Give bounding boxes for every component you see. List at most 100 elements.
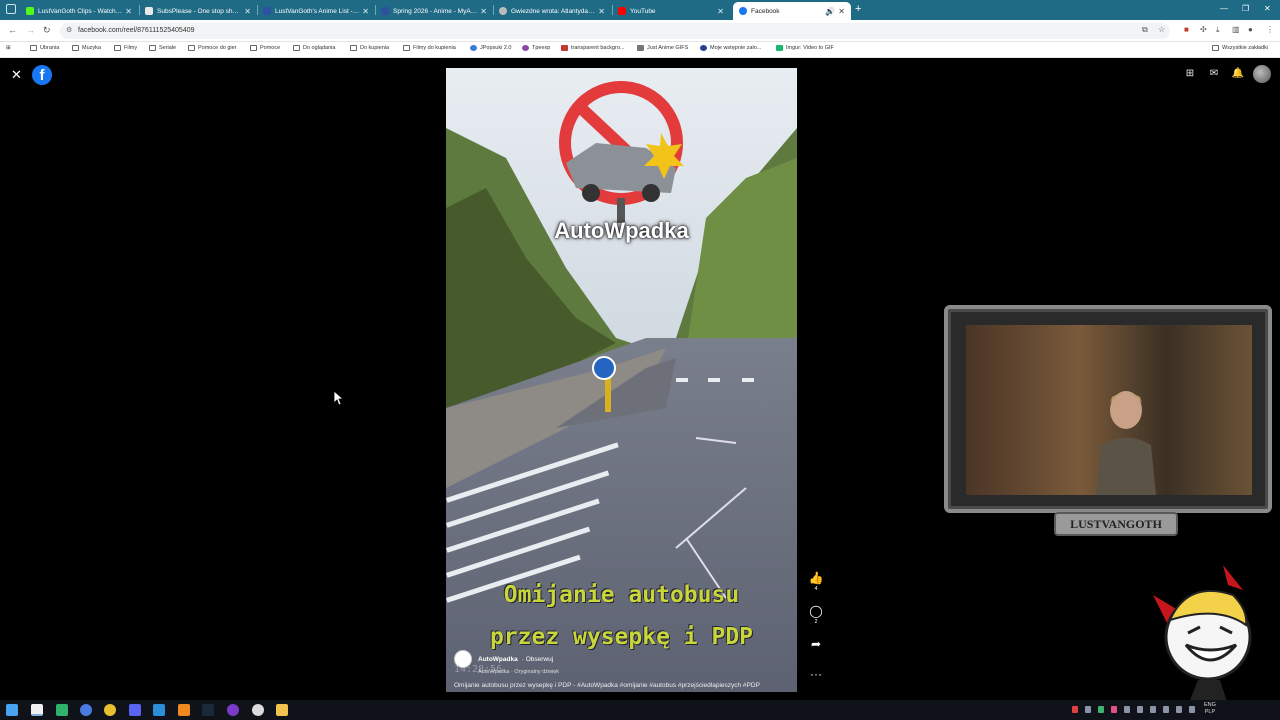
folder-icon <box>188 45 195 51</box>
file-explorer-icon[interactable] <box>276 704 288 716</box>
site-info-icon[interactable]: ⚙ <box>66 23 72 39</box>
reel-video[interactable]: AutoWpadka Omijanie autobusu przez wysep… <box>446 68 797 692</box>
comment-button[interactable]: ◯ 2 <box>806 604 826 625</box>
app-purple-icon[interactable] <box>227 704 239 716</box>
folder-icon <box>293 45 300 51</box>
speaker-icon[interactable]: 🔊 <box>825 7 835 16</box>
tray-icon[interactable] <box>1189 706 1195 713</box>
notifications-bell-icon[interactable]: 🔔 <box>1230 66 1246 82</box>
author-name[interactable]: AutoWpadka <box>478 656 518 663</box>
bookmark-link[interactable]: transparent backgro... <box>561 45 625 51</box>
share-button[interactable]: ➦ <box>806 637 826 651</box>
tab-kick-clips[interactable]: LustVanGoth Clips - Watch Live ✕ <box>20 2 138 20</box>
profile-icon[interactable]: ● <box>1248 25 1253 34</box>
download-icon[interactable]: ⤓ <box>1216 25 1220 35</box>
folder-icon <box>30 45 37 51</box>
input-language[interactable]: ENG PLP <box>1204 702 1216 716</box>
bookmark-folder[interactable]: Pomoce <box>250 45 280 51</box>
bookmark-star-icon[interactable]: ☆ <box>1158 25 1165 34</box>
tab-spring-anime[interactable]: Spring 2026 - Anime - MyAnim ✕ <box>375 2 493 20</box>
author-avatar[interactable] <box>454 650 472 668</box>
bookmark-folder[interactable]: Do oglądania <box>293 45 335 51</box>
tray-icon[interactable] <box>1072 706 1078 713</box>
comment-icon: ◯ <box>809 604 823 618</box>
apps-icon[interactable]: ⊞ <box>6 45 11 51</box>
app-blue-icon[interactable] <box>153 704 165 716</box>
folder-icon <box>250 45 257 51</box>
tray-icon[interactable] <box>1085 706 1091 713</box>
messenger-icon[interactable]: ✉ <box>1206 66 1222 82</box>
bookmark-link[interactable]: Moje wstępnie zało... <box>700 45 761 51</box>
account-avatar[interactable] <box>1253 65 1271 83</box>
tab-facebook[interactable]: Facebook 🔊 ✕ <box>733 2 851 20</box>
all-bookmarks[interactable]: Wszystkie zakładki <box>1212 45 1268 51</box>
extension-icon[interactable]: ■ <box>1184 25 1189 34</box>
bookmark-folder[interactable]: Pomoce do gier <box>188 45 237 51</box>
network-icon[interactable] <box>1163 706 1169 713</box>
imgur-favicon-icon <box>776 45 783 51</box>
tray-icon[interactable] <box>1111 706 1117 713</box>
menu-kebab-icon[interactable]: ⋮ <box>1266 25 1274 34</box>
app-icon[interactable] <box>56 704 68 716</box>
volume-icon[interactable] <box>1176 706 1182 713</box>
close-icon[interactable]: ✕ <box>11 67 22 83</box>
extensions-puzzle-icon[interactable]: ✣ <box>1200 25 1207 34</box>
close-tab-icon[interactable]: ✕ <box>362 7 369 16</box>
forward-icon[interactable]: → <box>26 25 35 35</box>
start-icon[interactable] <box>6 704 18 716</box>
bookmark-link[interactable]: JPopsuki 2.0 <box>470 45 512 51</box>
app-a-icon[interactable] <box>104 704 116 716</box>
discord-icon[interactable] <box>129 704 141 716</box>
tab-youtube[interactable]: YouTube ✕ <box>612 2 730 20</box>
reload-icon[interactable]: ↻ <box>43 25 51 36</box>
bookmark-folder[interactable]: Filmy <box>114 45 137 51</box>
reel-description[interactable]: Omijanie autobusu przez wysepkę i PDP - … <box>454 682 760 689</box>
maximize-icon[interactable]: ❐ <box>1242 4 1249 13</box>
tab-subsplease[interactable]: SubsPlease - One stop shop fo ✕ <box>139 2 257 20</box>
audio-label[interactable]: AutoWpadka · Oryginalny dźwięk <box>478 669 559 675</box>
bookmarks-bar: ⊞ Ubrania Muzyka Filmy Seriale Pomoce do… <box>0 42 1280 58</box>
close-tab-icon[interactable]: ✕ <box>598 7 605 16</box>
menu-grid-icon[interactable]: ⊞ <box>1182 66 1198 82</box>
address-bar[interactable]: ⚙ facebook.com/reel/876111525405409 <box>60 23 1170 39</box>
close-tab-icon[interactable]: ✕ <box>717 7 724 16</box>
steam-icon[interactable] <box>202 704 214 716</box>
tab-anime-list[interactable]: LustVanGoth's Anime List - My ✕ <box>257 2 375 20</box>
bookmark-link[interactable]: Just Anime GIFS <box>637 45 688 51</box>
like-button[interactable]: 👍 4 <box>806 571 826 592</box>
chrome-icon[interactable] <box>31 704 43 716</box>
new-tab-icon[interactable]: + <box>855 3 861 15</box>
browser-app-icon[interactable] <box>80 704 92 716</box>
bookmark-link[interactable]: Tpeexp <box>522 45 550 51</box>
tab-stargate[interactable]: Gwiezdne wrota: Atlantyda / St ✕ <box>493 2 611 20</box>
bookmark-folder[interactable]: Do kupienia <box>350 45 389 51</box>
bookmark-folder[interactable]: Filmy do kupienia <box>403 45 456 51</box>
back-icon[interactable]: ← <box>8 25 17 35</box>
bookmark-label: Just Anime GIFS <box>647 45 689 51</box>
install-icon[interactable]: ⧉ <box>1142 25 1148 35</box>
minimize-icon[interactable]: — <box>1220 4 1228 13</box>
side-panel-icon[interactable]: ▥ <box>1232 25 1240 34</box>
close-window-icon[interactable]: ✕ <box>1264 4 1271 13</box>
vlc-icon[interactable] <box>178 704 190 716</box>
tray-icon[interactable] <box>1098 706 1104 713</box>
close-tab-icon[interactable]: ✕ <box>838 7 845 16</box>
bookmark-folder[interactable]: Seriale <box>149 45 176 51</box>
tpeexp-favicon-icon <box>522 45 529 51</box>
share-icon: ➦ <box>810 637 822 651</box>
tab-search-icon[interactable] <box>6 4 16 14</box>
more-options-button[interactable]: ··· <box>806 667 826 681</box>
close-tab-icon[interactable]: ✕ <box>480 7 487 16</box>
bookmark-link[interactable]: Imgur: Video to GIF <box>776 45 834 51</box>
bookmark-folder[interactable]: Muzyka <box>72 45 101 51</box>
tray-icon[interactable] <box>1124 706 1130 713</box>
obs-icon[interactable] <box>252 704 264 716</box>
bookmark-label: Tpeexp <box>532 45 551 51</box>
facebook-logo-icon[interactable]: f <box>32 65 52 85</box>
close-tab-icon[interactable]: ✕ <box>244 7 251 16</box>
microphone-icon[interactable] <box>1137 706 1143 713</box>
tray-icon[interactable] <box>1150 706 1156 713</box>
follow-button[interactable]: · Obserwuj <box>522 656 553 663</box>
bookmark-folder[interactable]: Ubrania <box>30 45 59 51</box>
close-tab-icon[interactable]: ✕ <box>125 7 132 16</box>
